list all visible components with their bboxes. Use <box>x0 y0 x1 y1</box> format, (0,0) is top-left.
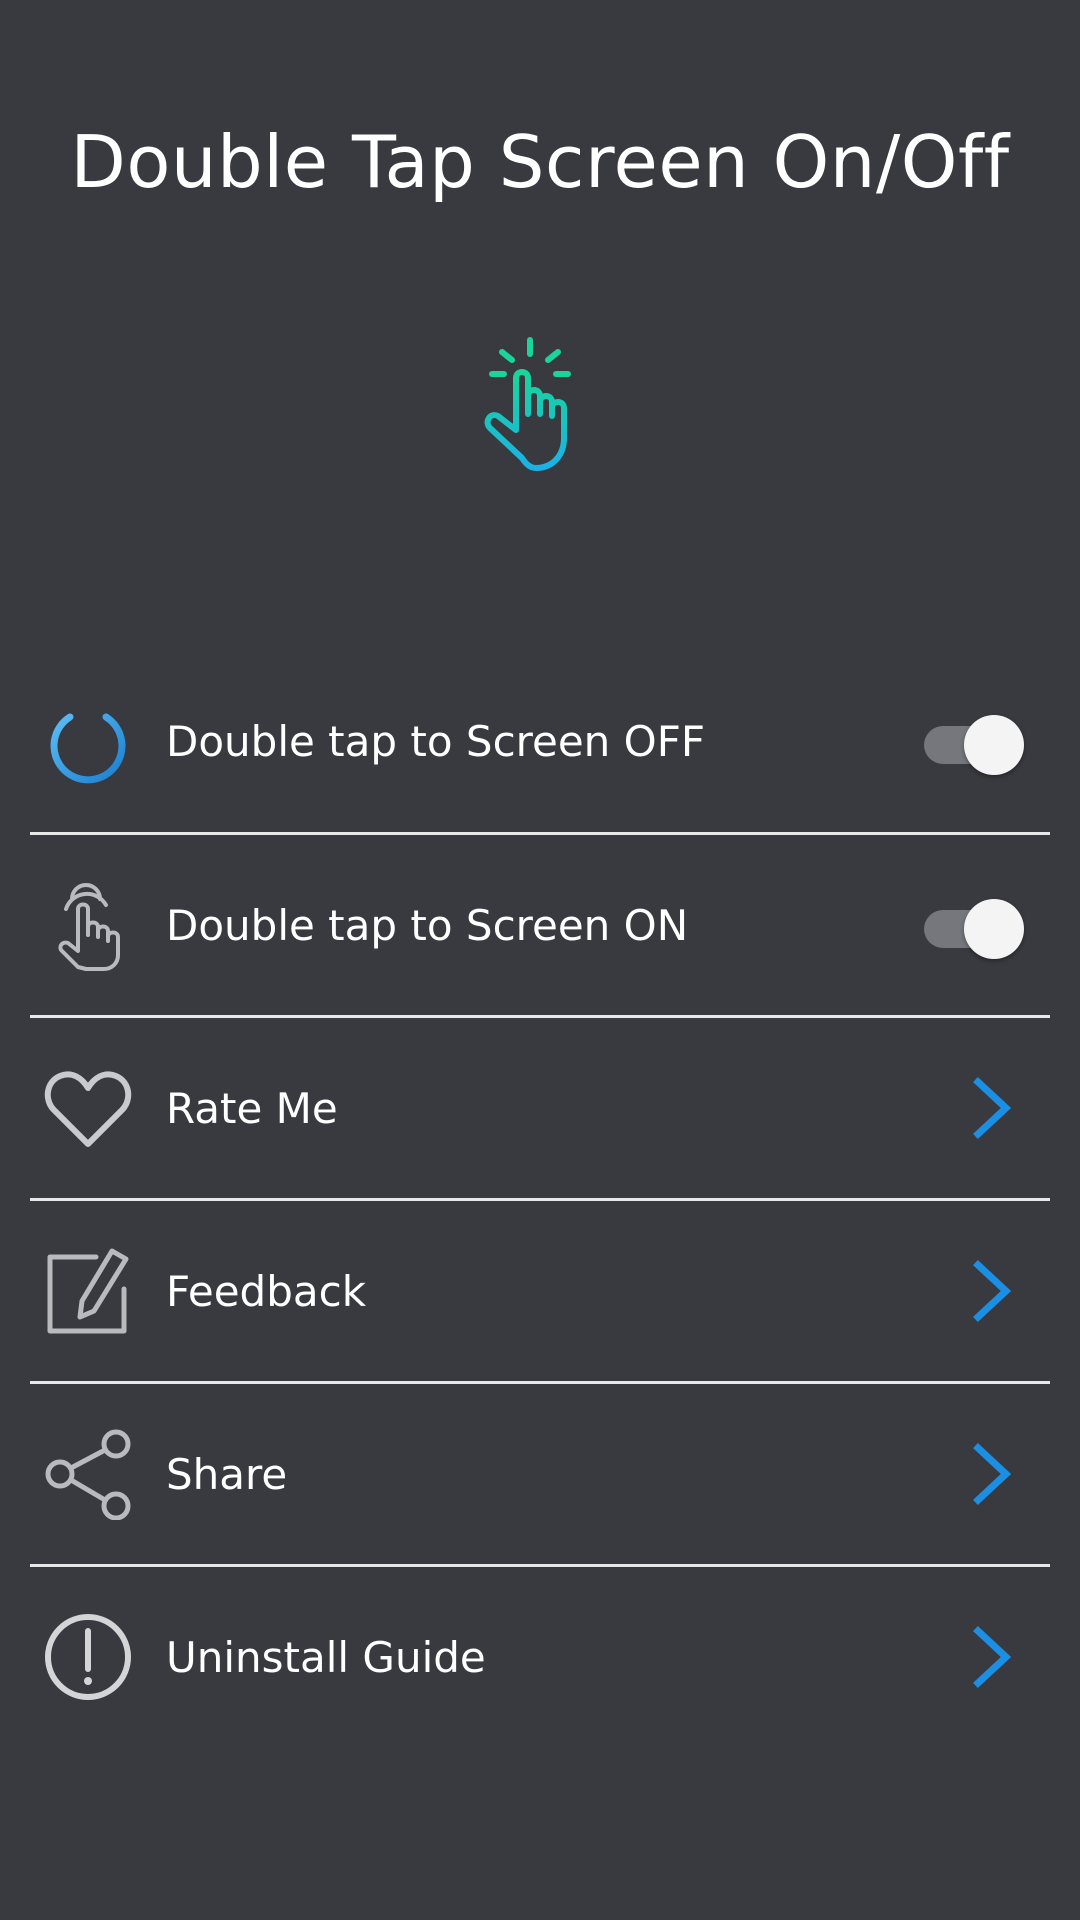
feedback-label: Feedback <box>166 1266 367 1316</box>
chevron-right-icon[interactable] <box>970 1442 1014 1506</box>
rate-me-row[interactable]: Rate Me <box>30 1018 1050 1198</box>
uninstall-guide-label: Uninstall Guide <box>166 1632 486 1682</box>
tap-hand-icon <box>58 883 120 971</box>
settings-list: Double tap to Screen OFF Double tap to S… <box>30 650 1050 1747</box>
toggle-thumb <box>964 715 1024 775</box>
screen-on-label: Double tap to Screen ON <box>166 900 689 950</box>
chevron-right-icon[interactable] <box>970 1076 1014 1140</box>
share-row[interactable]: Share <box>30 1384 1050 1564</box>
screen-off-row[interactable]: Double tap to Screen OFF <box>30 650 1050 832</box>
info-alert-icon <box>45 1614 131 1700</box>
heart-icon <box>44 1071 132 1147</box>
screen-on-toggle[interactable] <box>924 895 1024 959</box>
chevron-right-icon[interactable] <box>970 1259 1014 1323</box>
feedback-row[interactable]: Feedback <box>30 1201 1050 1381</box>
screen-off-toggle[interactable] <box>924 711 1024 775</box>
edit-icon <box>47 1248 129 1334</box>
share-icon <box>45 1429 131 1520</box>
page-title: Double Tap Screen On/Off <box>70 120 1010 204</box>
chevron-right-icon[interactable] <box>970 1625 1014 1689</box>
uninstall-guide-row[interactable]: Uninstall Guide <box>30 1567 1050 1747</box>
share-label: Share <box>166 1449 288 1499</box>
toggle-thumb <box>964 899 1024 959</box>
power-icon <box>50 699 126 784</box>
rate-me-label: Rate Me <box>166 1083 338 1133</box>
screen-on-row[interactable]: Double tap to Screen ON <box>30 835 1050 1015</box>
screen-off-label: Double tap to Screen OFF <box>166 716 706 766</box>
double-tap-hand-icon <box>484 337 571 471</box>
